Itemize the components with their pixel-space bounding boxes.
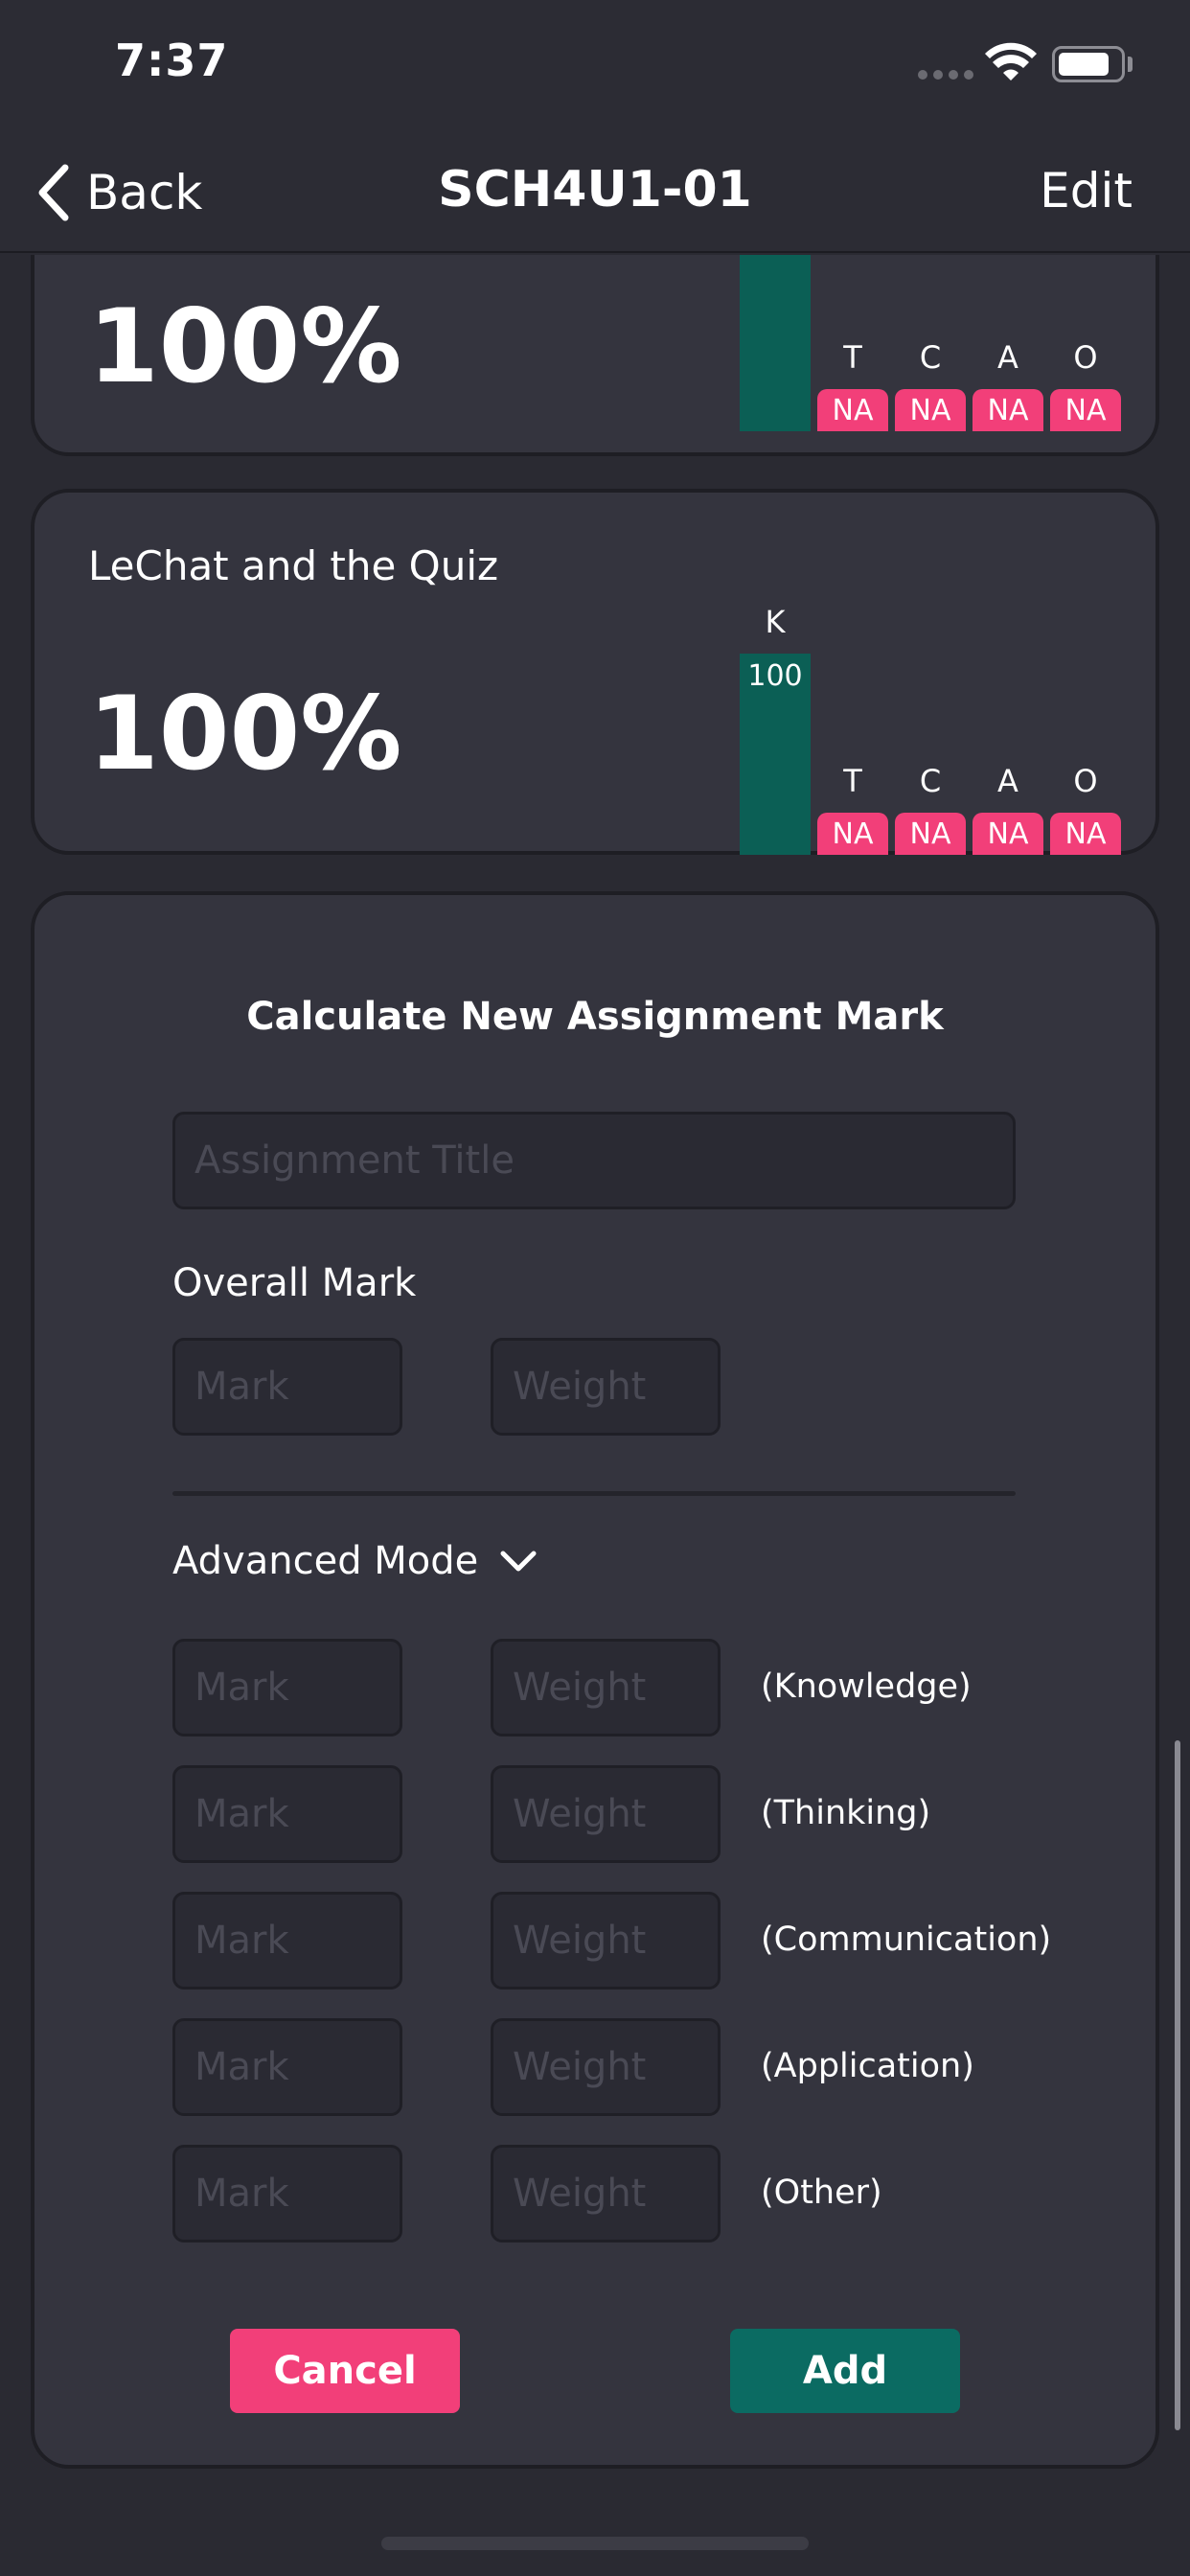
assignment-card[interactable]: 100% 100 T NA C NA A NA O NA xyxy=(31,255,1159,456)
knowledge-weight-input[interactable]: Weight xyxy=(491,1639,721,1736)
form-heading: Calculate New Assignment Mark xyxy=(246,995,944,1039)
communication-label: (Communication) xyxy=(761,1920,1052,1959)
bar-a: A NA xyxy=(973,339,1043,431)
advanced-mode-toggle[interactable]: Advanced Mode xyxy=(172,1539,538,1583)
overall-weight-input[interactable]: Weight xyxy=(491,1338,721,1436)
home-indicator[interactable] xyxy=(381,2537,809,2550)
communication-weight-input[interactable]: Weight xyxy=(491,1892,721,1990)
new-assignment-form: Calculate New Assignment Mark Assignment… xyxy=(31,891,1159,2469)
category-bars: 100 T NA C NA A NA O NA xyxy=(740,255,1142,431)
cellular-signal-icon xyxy=(918,70,973,80)
divider xyxy=(172,1491,1016,1496)
bar-o: O NA xyxy=(1050,339,1121,431)
page-title: SCH4U1-01 xyxy=(438,161,752,218)
bar-o-letter: O xyxy=(1073,763,1098,799)
bar-k-letter: K xyxy=(765,604,786,640)
edit-button[interactable]: Edit xyxy=(1040,163,1133,218)
bar-o-na: NA xyxy=(1050,389,1121,431)
bar-k: 100 xyxy=(740,255,811,431)
overall-mark-input[interactable]: Mark xyxy=(172,1338,402,1436)
bar-t-na: NA xyxy=(817,813,888,855)
bar-a: A NA xyxy=(973,763,1043,855)
other-mark-input[interactable]: Mark xyxy=(172,2145,402,2242)
communication-mark-input[interactable]: Mark xyxy=(172,1892,402,1990)
battery-icon xyxy=(1052,46,1125,82)
assignment-title-input[interactable]: Assignment Title xyxy=(172,1112,1016,1209)
category-bars: K 100 T NA C NA A NA O NA xyxy=(740,573,1142,855)
bar-c-letter: C xyxy=(919,763,942,799)
bar-t: T NA xyxy=(817,763,888,855)
navigation-bar: Back SCH4U1-01 Edit xyxy=(0,134,1190,253)
assignment-title: LeChat and the Quiz xyxy=(88,542,499,589)
thinking-weight-input[interactable]: Weight xyxy=(491,1765,721,1863)
overall-mark-label: Overall Mark xyxy=(172,1261,417,1305)
scroll-content[interactable]: 100% 100 T NA C NA A NA O NA xyxy=(0,255,1190,2576)
knowledge-mark-input[interactable]: Mark xyxy=(172,1639,402,1736)
bar-a-letter: A xyxy=(997,763,1018,799)
bar-o-letter: O xyxy=(1073,339,1098,376)
bar-a-na: NA xyxy=(973,389,1043,431)
bar-k: K 100 xyxy=(740,604,811,855)
bar-c-na: NA xyxy=(895,813,966,855)
status-bar: 7:37 xyxy=(0,0,1190,134)
thinking-mark-input[interactable]: Mark xyxy=(172,1765,402,1863)
application-mark-input[interactable]: Mark xyxy=(172,2018,402,2116)
knowledge-label: (Knowledge) xyxy=(761,1668,972,1706)
battery-tip xyxy=(1128,57,1133,72)
assignment-percent: 100% xyxy=(88,675,402,793)
status-time: 7:37 xyxy=(115,34,229,86)
bar-t-letter: T xyxy=(843,763,862,799)
bar-k-value: 100 xyxy=(747,659,803,693)
bar-o: O NA xyxy=(1050,763,1121,855)
advanced-mode-label: Advanced Mode xyxy=(172,1539,479,1583)
bar-a-letter: A xyxy=(997,339,1018,376)
thinking-label: (Thinking) xyxy=(761,1794,931,1832)
bar-c: C NA xyxy=(895,339,966,431)
cancel-button[interactable]: Cancel xyxy=(230,2329,460,2413)
other-weight-input[interactable]: Weight xyxy=(491,2145,721,2242)
application-weight-input[interactable]: Weight xyxy=(491,2018,721,2116)
bar-o-na: NA xyxy=(1050,813,1121,855)
chevron-down-icon xyxy=(500,1551,537,1572)
other-label: (Other) xyxy=(761,2174,882,2212)
bar-t-letter: T xyxy=(843,339,862,376)
bar-k-fill: 100 xyxy=(740,654,811,855)
application-label: (Application) xyxy=(761,2047,974,2085)
assignment-card[interactable]: LeChat and the Quiz 100% K 100 T NA C NA… xyxy=(31,489,1159,855)
wifi-icon xyxy=(985,42,1037,80)
bar-a-na: NA xyxy=(973,813,1043,855)
assignment-percent: 100% xyxy=(88,288,402,405)
add-button[interactable]: Add xyxy=(730,2329,960,2413)
bar-c-na: NA xyxy=(895,389,966,431)
scrollbar[interactable] xyxy=(1175,1740,1180,2430)
bar-t-na: NA xyxy=(817,389,888,431)
bar-t: T NA xyxy=(817,339,888,431)
bar-k-fill: 100 xyxy=(740,255,811,431)
bar-c: C NA xyxy=(895,763,966,855)
bar-c-letter: C xyxy=(919,339,942,376)
